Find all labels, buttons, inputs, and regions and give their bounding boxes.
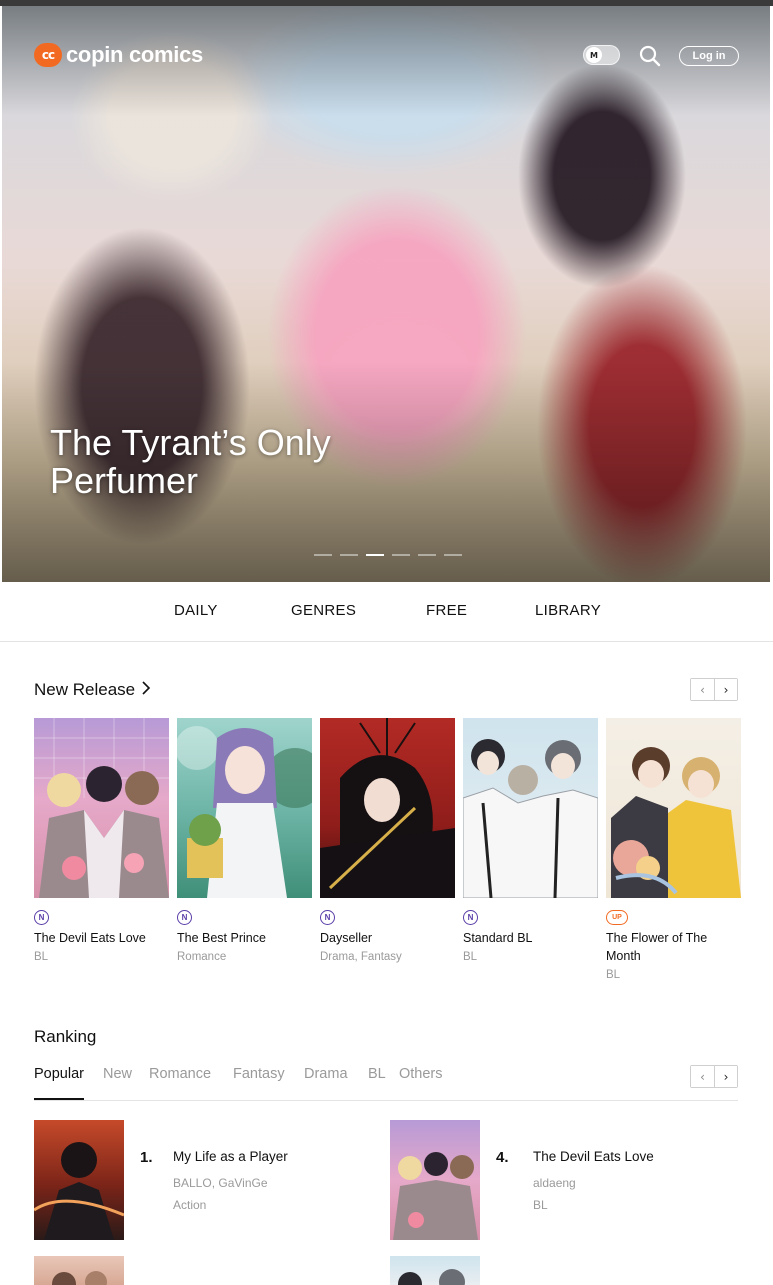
rank-thumbnail[interactable]	[34, 1120, 124, 1240]
next-arrow-icon[interactable]: ›	[714, 679, 737, 700]
release-card[interactable]: N Standard BL BL	[463, 718, 598, 965]
rank-thumbnail[interactable]	[390, 1120, 480, 1240]
ranking-pager: ‹ ›	[690, 1065, 738, 1088]
logo-text: copin comics	[66, 42, 203, 67]
release-card[interactable]: N Dayseller Drama, Fantasy	[320, 718, 455, 965]
hero-slide-indicator	[314, 554, 462, 556]
new-release-heading[interactable]: New Release	[34, 680, 151, 700]
slide-dot[interactable]	[444, 554, 462, 556]
prev-arrow-icon[interactable]: ‹	[691, 1066, 714, 1087]
site-logo[interactable]: cc copin comics	[34, 42, 203, 68]
prev-arrow-icon[interactable]: ‹	[691, 679, 714, 700]
nav-daily[interactable]: DAILY	[174, 602, 218, 619]
cover-image[interactable]	[320, 718, 455, 898]
slide-dot[interactable]	[392, 554, 410, 556]
cover-image[interactable]	[34, 718, 169, 898]
nav-free[interactable]: FREE	[426, 602, 467, 619]
tab-bl[interactable]: BL	[368, 1066, 386, 1100]
rank-genre: Action	[173, 1198, 207, 1212]
nav-genres[interactable]: GENRES	[291, 602, 356, 619]
release-card[interactable]: UP The Flower of The Month BL	[606, 718, 741, 983]
main-nav: DAILY GENRES FREE LIBRARY	[0, 582, 773, 642]
ranking-tabs: Popular New Romance Fantasy Drama BL Oth…	[34, 1066, 738, 1101]
ranking-title: Ranking	[34, 1027, 97, 1046]
rank-title[interactable]: The Devil Eats Love	[533, 1149, 654, 1164]
new-badge: N	[34, 910, 49, 925]
tab-drama[interactable]: Drama	[304, 1066, 348, 1100]
rank-number: 4.	[496, 1149, 509, 1166]
tab-new[interactable]: New	[103, 1066, 132, 1100]
logo-mark-icon: cc	[34, 43, 62, 67]
cover-image[interactable]	[463, 718, 598, 898]
rank-author: aldaeng	[533, 1176, 576, 1190]
new-release-pager: ‹ ›	[690, 678, 738, 701]
tab-popular[interactable]: Popular	[34, 1066, 84, 1100]
tab-others[interactable]: Others	[399, 1066, 443, 1100]
ranking-heading: Ranking	[34, 1027, 96, 1047]
cover-image[interactable]	[606, 718, 741, 898]
rank-title[interactable]: My Life as a Player	[173, 1149, 288, 1164]
next-arrow-icon[interactable]: ›	[714, 1066, 737, 1087]
new-badge: N	[463, 910, 478, 925]
search-icon[interactable]	[638, 44, 662, 68]
cover-image[interactable]	[177, 718, 312, 898]
card-title[interactable]: Dayseller	[320, 929, 455, 947]
card-genre: BL	[463, 951, 478, 963]
new-badge: N	[177, 910, 192, 925]
card-title[interactable]: Standard BL	[463, 929, 598, 947]
release-card[interactable]: N The Best Prince Romance	[177, 718, 312, 965]
new-release-title: New Release	[34, 680, 136, 699]
login-button[interactable]: Log in	[679, 46, 739, 66]
rank-genre: BL	[533, 1198, 548, 1212]
card-title[interactable]: The Flower of The Month	[606, 929, 741, 965]
rank-author: BALLO, GaVinGe	[173, 1176, 268, 1190]
nav-library[interactable]: LIBRARY	[535, 602, 601, 619]
card-genre: BL	[606, 969, 621, 981]
chevron-right-icon	[141, 680, 151, 700]
slide-dot[interactable]	[340, 554, 358, 556]
tab-romance[interactable]: Romance	[149, 1066, 211, 1100]
rank-thumbnail-partial[interactable]	[34, 1256, 124, 1285]
card-genre: Drama, Fantasy	[320, 951, 402, 963]
hero-title[interactable]: The Tyrant’s Only Perfumer	[50, 424, 370, 500]
card-title[interactable]: The Best Prince	[177, 929, 312, 947]
mode-toggle[interactable]: M	[583, 45, 620, 65]
new-badge: N	[320, 910, 335, 925]
card-title[interactable]: The Devil Eats Love	[34, 929, 169, 947]
release-card[interactable]: N The Devil Eats Love BL	[34, 718, 169, 965]
hero-banner[interactable]: cc copin comics M Log in The Tyrant’s On…	[2, 6, 770, 582]
slide-dot[interactable]	[418, 554, 436, 556]
mode-toggle-knob: M	[586, 47, 602, 63]
slide-dot-active[interactable]	[366, 554, 384, 556]
tab-fantasy[interactable]: Fantasy	[233, 1066, 285, 1100]
update-badge: UP	[606, 910, 628, 925]
card-genre: BL	[34, 951, 49, 963]
rank-number: 1.	[140, 1149, 153, 1166]
slide-dot[interactable]	[314, 554, 332, 556]
card-genre: Romance	[177, 951, 227, 963]
rank-thumbnail-partial[interactable]	[390, 1256, 480, 1285]
